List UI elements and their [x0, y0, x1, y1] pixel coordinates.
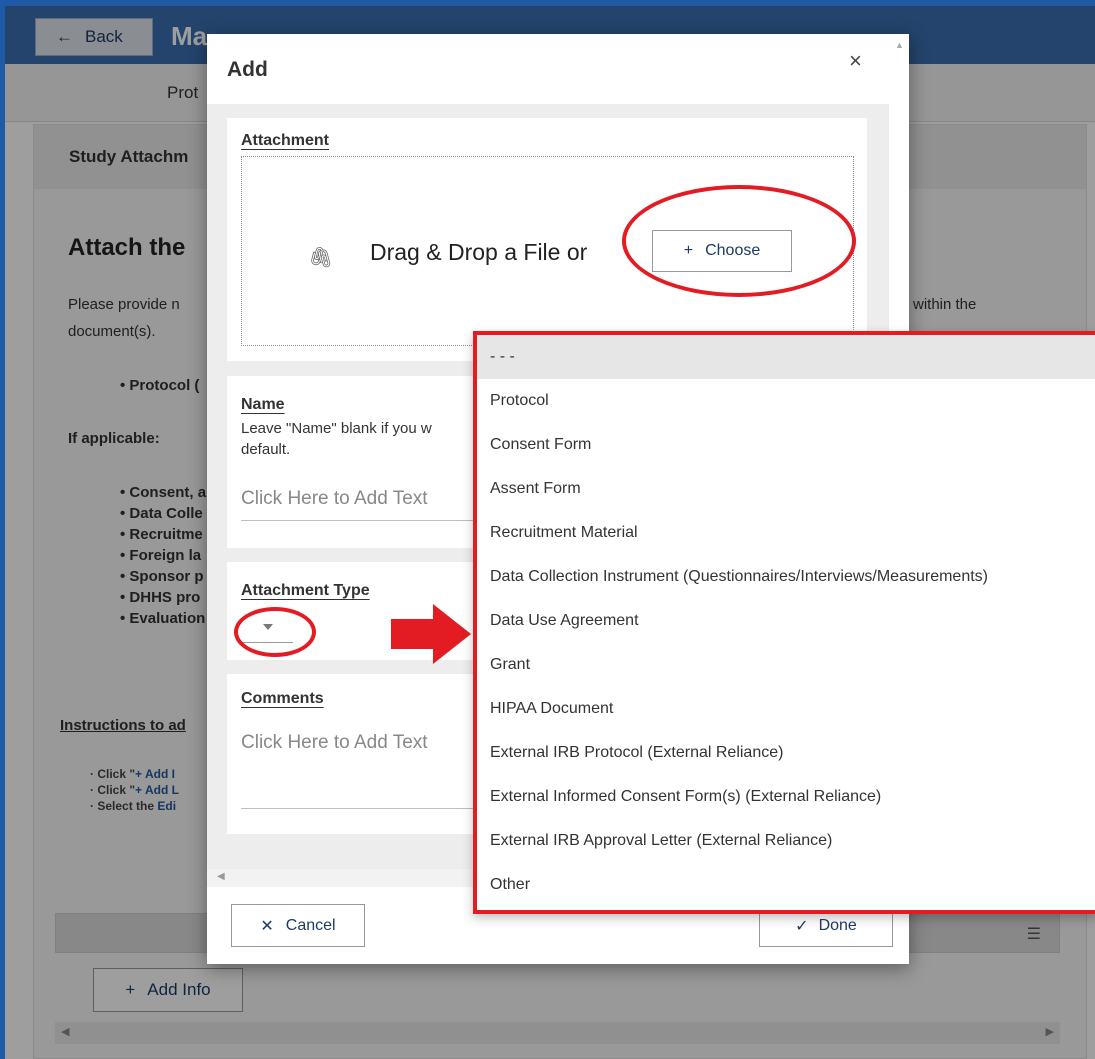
comments-input-underline [241, 808, 481, 809]
name-label: Name [241, 396, 285, 413]
close-icon[interactable]: × [849, 48, 862, 74]
dropzone-text: Drag & Drop a File or [370, 239, 588, 265]
dropdown-option[interactable]: Other [477, 863, 1095, 907]
dropdown-option[interactable]: External IRB Protocol (External Reliance… [477, 731, 1095, 775]
attachment-label: Attachment [241, 132, 330, 149]
attachment-type-dropdown: - - - Protocol Consent Form Assent Form … [473, 331, 1095, 914]
dropdown-option[interactable]: Data Collection Instrument (Questionnair… [477, 555, 1095, 599]
choose-highlight-ring [622, 185, 856, 297]
type-highlight-ring [234, 607, 316, 657]
dropdown-option[interactable]: Data Use Agreement [477, 599, 1095, 643]
page: ← Back Ma Prot Study Attachm Attach the … [5, 6, 1095, 1059]
annotation-arrow-icon [391, 604, 471, 664]
comments-label: Comments [241, 690, 324, 707]
dialog-title: Add [227, 58, 268, 81]
comments-input[interactable]: Click Here to Add Text [241, 732, 428, 754]
dropdown-option[interactable]: External Informed Consent Form(s) (Exter… [477, 775, 1095, 819]
cancel-label: Cancel [285, 916, 336, 934]
name-input[interactable]: Click Here to Add Text [241, 488, 428, 510]
check-icon: ✓ [795, 917, 809, 935]
cancel-button[interactable]: ✕ Cancel [231, 904, 365, 947]
dropdown-option[interactable]: Protocol [477, 379, 1095, 423]
scroll-left-icon[interactable]: ◀ [217, 871, 225, 882]
dropdown-option[interactable]: - - - [477, 335, 1095, 379]
done-label: Done [818, 916, 857, 934]
name-help-text: Leave "Name" blank if you w default. [241, 420, 432, 458]
dropdown-option[interactable]: External IRB Approval Letter (External R… [477, 819, 1095, 863]
dropdown-option[interactable]: Consent Form [477, 423, 1095, 467]
dropdown-option[interactable]: HIPAA Document [477, 687, 1095, 731]
scroll-up-icon[interactable]: ▲ [895, 40, 904, 50]
dropdown-option[interactable]: Grant [477, 643, 1095, 687]
dropdown-option[interactable]: Assent Form [477, 467, 1095, 511]
attachment-type-label: Attachment Type [241, 582, 370, 599]
close-icon: ✕ [260, 917, 274, 935]
name-input-underline [241, 520, 481, 521]
dropdown-option[interactable]: Recruitment Material [477, 511, 1095, 555]
paperclip-icon: 🖇 [308, 247, 334, 269]
